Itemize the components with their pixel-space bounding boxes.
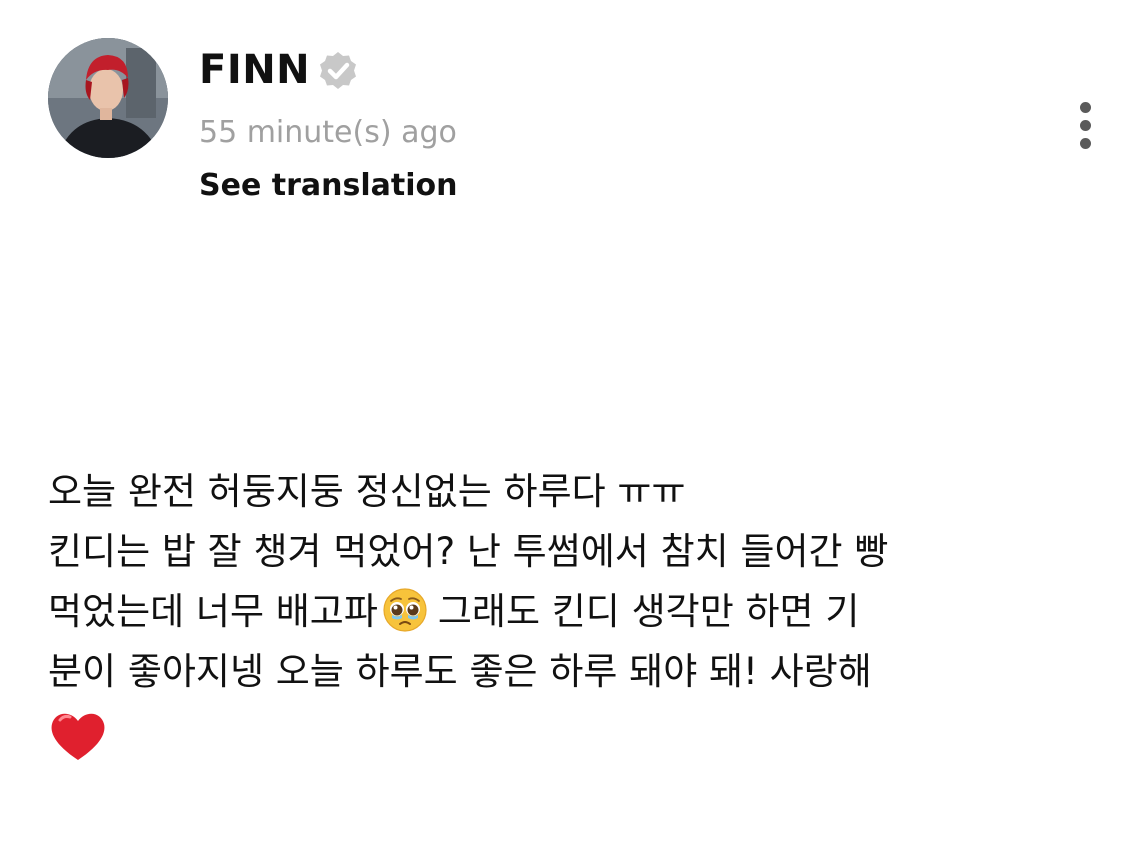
avatar-portrait xyxy=(48,38,168,158)
post-body-line: 오늘 완전 허둥지둥 정신없는 하루다 ㅠㅠ xyxy=(48,470,686,513)
post-body-line: 킨디는 밥 잘 챙겨 먹었어? 난 투썸에서 참치 들어간 빵 xyxy=(48,530,889,573)
author-avatar[interactable] xyxy=(48,38,168,158)
post-timestamp: 55 minute(s) ago xyxy=(199,115,457,150)
red-heart-emoji xyxy=(51,713,105,760)
see-translation-link[interactable]: See translation xyxy=(199,167,457,205)
more-vertical-icon xyxy=(1080,102,1091,113)
more-options-button[interactable] xyxy=(1066,98,1106,152)
more-vertical-icon-dot xyxy=(1080,138,1091,149)
post-body: 오늘 완전 허둥지둥 정신없는 하루다 ㅠㅠ 킨디는 밥 잘 챙겨 먹었어? 난… xyxy=(48,462,1118,764)
post-body-line-3: 먹었는데 너무 배고파 그래도 킨디 생각만 하면 기 xyxy=(48,582,1118,642)
author-name[interactable]: FINN xyxy=(199,46,310,94)
post-body-text: 먹었는데 너무 배고파 xyxy=(48,590,378,633)
post-body-text: 그래도 킨디 생각만 하면 기 xyxy=(437,590,860,633)
pleading-face-emoji xyxy=(383,588,427,632)
more-vertical-icon-dot xyxy=(1080,120,1091,131)
verified-badge-icon xyxy=(320,52,356,89)
post-body-line: 분이 좋아지넹 오늘 하루도 좋은 하루 돼야 돼! 사랑해 xyxy=(48,650,872,693)
